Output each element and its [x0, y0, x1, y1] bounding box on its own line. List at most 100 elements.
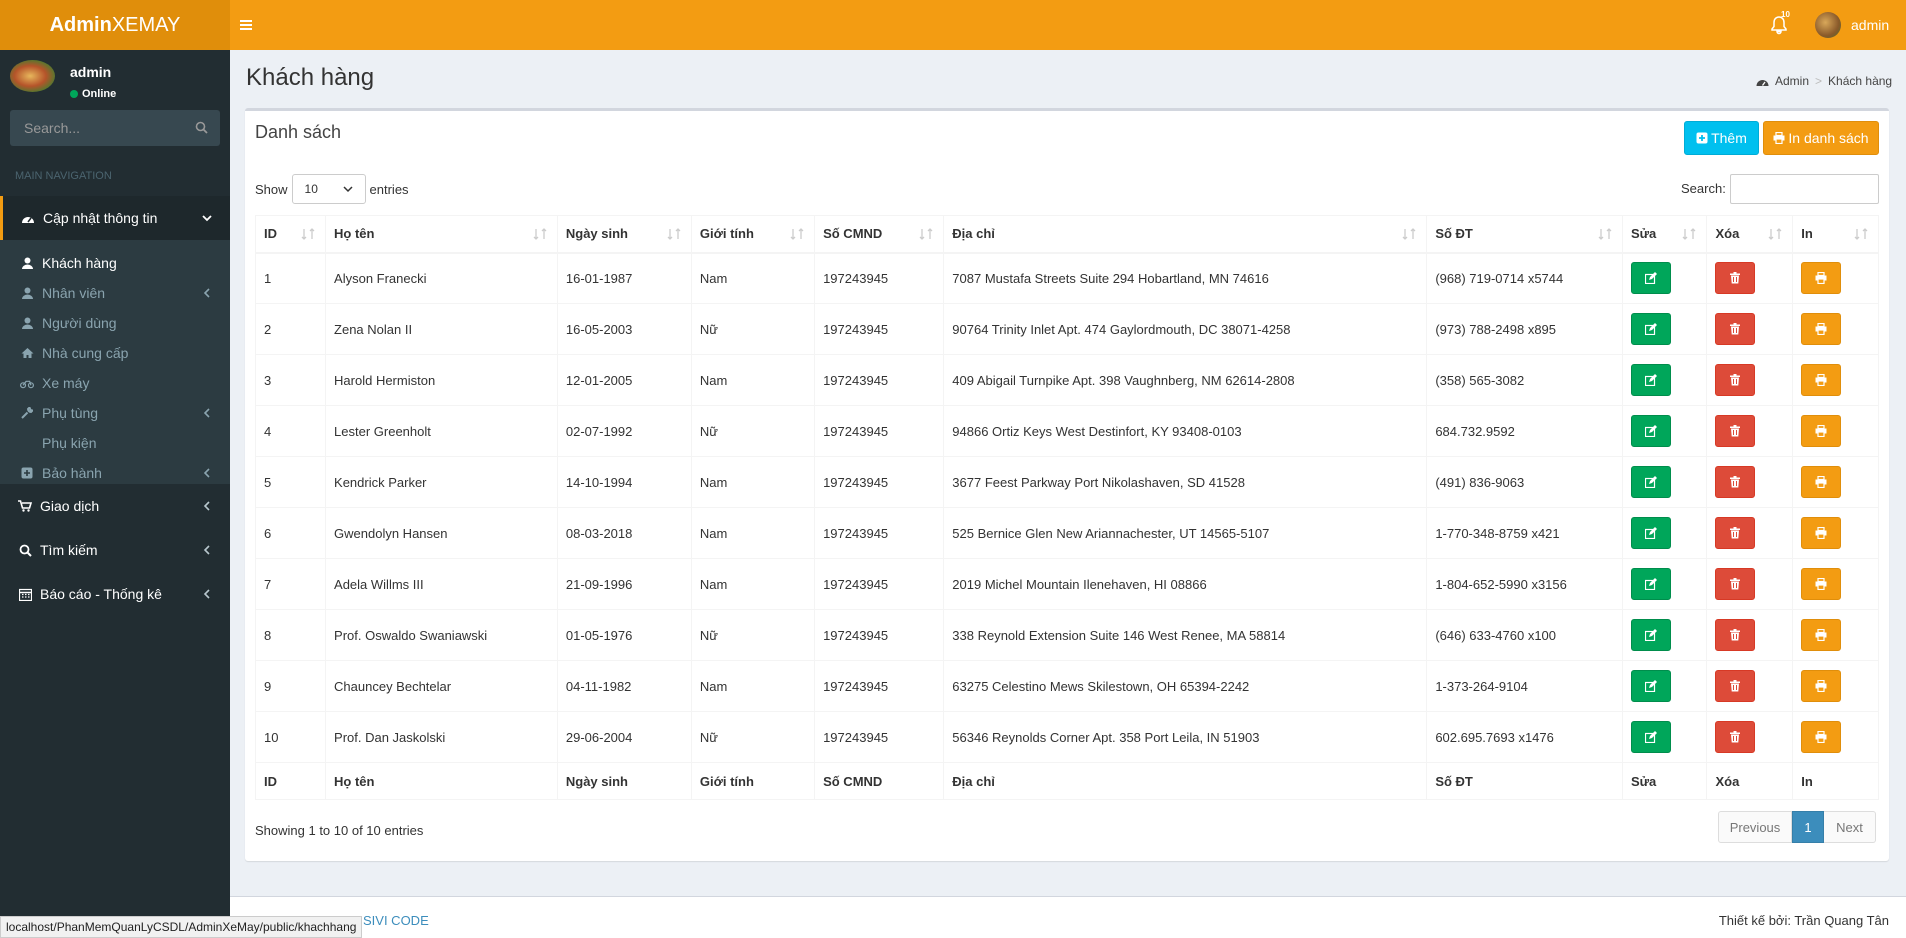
edit-icon	[1644, 374, 1657, 386]
print-button[interactable]	[1801, 466, 1842, 498]
edit-button[interactable]	[1630, 670, 1671, 702]
user-icon	[20, 317, 34, 329]
print-list-button[interactable]: In danh sách	[1763, 121, 1879, 155]
column-header[interactable]: Họ tên	[325, 215, 558, 254]
avatar[interactable]	[1815, 12, 1841, 38]
table-cell: 1-770-348-8759 x421	[1426, 507, 1623, 559]
sort-icon[interactable]	[1402, 228, 1416, 240]
print-button[interactable]	[1801, 568, 1842, 600]
column-header[interactable]: Giới tính	[690, 215, 816, 254]
edit-button[interactable]	[1630, 415, 1671, 447]
print-button[interactable]	[1801, 364, 1842, 396]
page-1-button[interactable]: 1	[1792, 811, 1824, 843]
footer-link[interactable]: SIVI CODE	[363, 913, 429, 928]
sort-icon[interactable]	[533, 228, 547, 240]
delete-button[interactable]	[1715, 262, 1756, 295]
column-header[interactable]: Số ĐT	[1426, 215, 1623, 254]
chevron-left-icon	[203, 468, 210, 478]
table-cell: 29-06-2004	[556, 711, 692, 763]
table-cell: Nữ	[690, 405, 816, 457]
print-button[interactable]	[1801, 415, 1842, 447]
print-button[interactable]	[1801, 619, 1842, 651]
sort-icon[interactable]	[1854, 228, 1868, 240]
delete-button[interactable]	[1715, 466, 1756, 498]
sort-icon[interactable]	[1598, 228, 1612, 240]
edit-button[interactable]	[1630, 721, 1671, 753]
app-logo[interactable]: AdminXEMAY	[0, 0, 230, 50]
table-cell: Nữ	[690, 609, 816, 661]
sidebar-item-nguoi-dung[interactable]: Người dùng	[0, 308, 230, 338]
column-header[interactable]: Số CMND	[814, 215, 945, 254]
delete-button[interactable]	[1715, 415, 1756, 447]
main-navigation-heading: MAIN NAVIGATION	[15, 170, 112, 182]
sidebar-item-tim-kiem[interactable]: Tìm kiếm	[0, 528, 230, 572]
sidebar-item-nha-cung-cap[interactable]: Nhà cung cấp	[0, 338, 230, 368]
column-header[interactable]: Xóa	[1706, 215, 1794, 254]
print-button[interactable]	[1801, 721, 1842, 753]
edit-button[interactable]	[1630, 619, 1671, 651]
sidebar-item-nhan-vien[interactable]: Nhân viên	[0, 278, 230, 308]
edit-button[interactable]	[1630, 313, 1671, 345]
sort-icon[interactable]	[301, 228, 315, 240]
table-cell: 01-05-1976	[556, 609, 692, 661]
delete-button[interactable]	[1715, 517, 1756, 549]
column-header[interactable]: In	[1792, 215, 1879, 254]
online-dot-icon	[70, 90, 78, 98]
sidebar-search-input[interactable]: Search...	[10, 110, 220, 146]
user-menu-name[interactable]: admin	[1851, 0, 1889, 50]
table-row: 5 Kendrick Parker 14-10-1994 Nam 197243945 36…	[254, 456, 1879, 508]
print-button[interactable]	[1801, 517, 1842, 549]
sort-icon[interactable]	[919, 228, 933, 240]
column-header[interactable]: Ngày sinh	[556, 215, 692, 254]
edit-button[interactable]	[1630, 517, 1671, 549]
top-header: AdminXEMAY 10 admin	[0, 0, 1906, 50]
sidebar-user-name: admin	[70, 64, 112, 80]
previous-page-button[interactable]: Previous	[1718, 811, 1792, 843]
print-button[interactable]	[1801, 313, 1842, 345]
footer-credit: Thiết kế bởi: Trần Quang Tân	[1718, 913, 1889, 928]
delete-button[interactable]	[1715, 364, 1756, 396]
sidebar-item-xe-may[interactable]: Xe máy	[0, 368, 230, 398]
search-icon[interactable]	[195, 121, 208, 134]
sort-icon[interactable]	[1768, 228, 1782, 240]
table-cell: 197243945	[814, 303, 945, 355]
column-header[interactable]: Sửa	[1621, 215, 1708, 254]
column-header[interactable]: ID	[254, 215, 327, 254]
sidebar-item-giao-dich[interactable]: Giao dịch	[0, 484, 230, 528]
print-button[interactable]	[1801, 262, 1842, 295]
sort-icon[interactable]	[790, 228, 804, 240]
sort-icon[interactable]	[667, 228, 681, 240]
delete-button[interactable]	[1715, 313, 1756, 345]
column-header[interactable]: Địa chỉ	[943, 215, 1428, 254]
delete-button[interactable]	[1715, 568, 1756, 600]
sidebar-item-bao-cao-thong-ke[interactable]: Báo cáo - Thống kê	[0, 572, 230, 616]
print-icon	[1815, 476, 1827, 488]
table-cell: Nữ	[690, 711, 816, 763]
page-length-select[interactable]: 10	[291, 174, 366, 204]
table-cell: 16-01-1987	[556, 252, 692, 304]
edit-button[interactable]	[1630, 364, 1671, 396]
table-cell: 2	[254, 303, 327, 355]
table-cell: 12-01-2005	[556, 354, 692, 406]
delete-button[interactable]	[1715, 670, 1756, 702]
sort-icon[interactable]	[1682, 228, 1696, 240]
table-search-input[interactable]	[1730, 174, 1879, 204]
calendar-icon	[18, 587, 32, 601]
edit-button[interactable]	[1630, 568, 1671, 600]
next-page-button[interactable]: Next	[1824, 811, 1876, 843]
sidebar-item-phu-kien[interactable]: Phụ kiện	[0, 428, 230, 458]
sidebar-item-phu-tung[interactable]: Phụ tùng	[0, 398, 230, 428]
breadcrumb-admin-link[interactable]: Admin	[1775, 74, 1809, 88]
add-customer-button[interactable]: Thêm	[1684, 121, 1759, 155]
delete-button[interactable]	[1715, 619, 1756, 651]
sidebar-toggle-icon[interactable]	[240, 0, 262, 50]
print-button[interactable]	[1801, 670, 1842, 702]
sidebar-item-cap-nhat-thong-tin[interactable]: Cập nhật thông tin	[0, 196, 230, 240]
sidebar-item-khach-hang[interactable]: Khách hàng	[0, 248, 230, 278]
edit-button[interactable]	[1630, 466, 1671, 498]
trash-icon	[1730, 731, 1741, 743]
page-footer: SIVI CODE Thiết kế bởi: Trần Quang Tân	[230, 896, 1906, 938]
plus-square-icon	[1696, 132, 1708, 144]
edit-button[interactable]	[1630, 262, 1671, 295]
delete-button[interactable]	[1715, 721, 1756, 753]
